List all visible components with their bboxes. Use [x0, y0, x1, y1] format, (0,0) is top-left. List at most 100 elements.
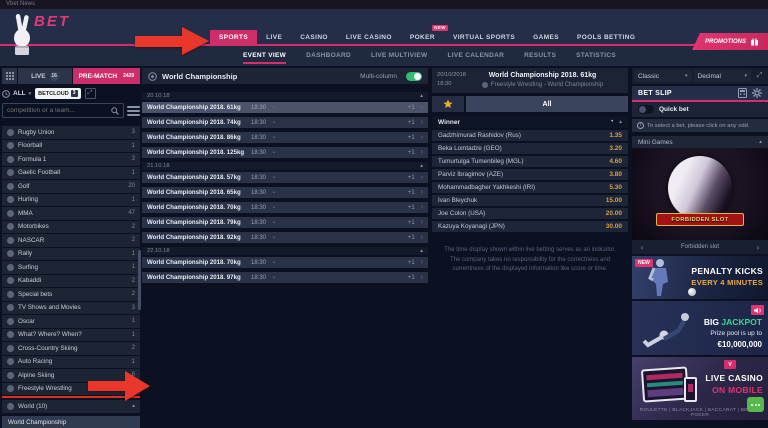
- quick-bet-toggle[interactable]: [638, 105, 654, 114]
- sports-grid-button[interactable]: [2, 68, 17, 84]
- view-type-select[interactable]: Classic ▾: [634, 70, 692, 82]
- event-row[interactable]: World Championship 2018. 97kg 18:30 • +1…: [142, 272, 428, 283]
- outcome-row[interactable]: Mohammadbagher Yakhkeshi (IRI) 5.30: [432, 182, 628, 193]
- outcome-row[interactable]: Kazuya Koyanagi (JPN) 30.00: [432, 221, 628, 232]
- outcome-row[interactable]: Parviz Ibragimov (AZE) 3.80: [432, 169, 628, 180]
- outcome-row[interactable]: Ivan Bleychuk 15.00: [432, 195, 628, 206]
- subnav-item[interactable]: DASHBOARD: [306, 46, 351, 66]
- outcome-row[interactable]: Tumurtulga Tumenbileg (MGL) 4.60: [432, 156, 628, 167]
- live-chat-button[interactable]: [747, 397, 764, 412]
- event-row[interactable]: World Championship 2018. 65kg 18:30 • +1…: [142, 187, 428, 198]
- subnav-item[interactable]: RESULTS: [524, 46, 556, 66]
- odds-format-select[interactable]: Decimal ▾: [694, 70, 752, 82]
- odd-value[interactable]: 3.20: [609, 145, 622, 152]
- odd-value[interactable]: 15.00: [606, 197, 622, 204]
- market-tab-all[interactable]: All: [466, 96, 628, 112]
- date-group-header[interactable]: 20.10.18 ▴: [142, 92, 428, 100]
- big-jackpot-banner[interactable]: BIG JACKPOT Prize pool is up to €10,000,…: [632, 301, 768, 355]
- event-row[interactable]: World Championship 2018. 70kg 18:30 • +1…: [142, 202, 428, 213]
- search-input[interactable]: [7, 107, 111, 114]
- betcloud-button[interactable]: BETCLOUD 3: [35, 88, 80, 99]
- chevron-up-icon[interactable]: ▴: [619, 119, 622, 125]
- odd-value[interactable]: 30.00: [606, 223, 622, 230]
- nav-item[interactable]: CASINO: [291, 30, 337, 46]
- outcome-row[interactable]: Beka Lomtadze (GEO) 3.20: [432, 143, 628, 154]
- region-item-world[interactable]: World (10) ▴: [2, 400, 140, 413]
- penalty-kicks-banner[interactable]: NEW PENALTY KICKS EVERY 4 MINUTES: [632, 256, 768, 299]
- odd-value[interactable]: 3.80: [609, 171, 622, 178]
- sport-list-item[interactable]: Oscar 1: [2, 315, 140, 328]
- event-row[interactable]: World Championship 2018. 74kg 18:30 • +1…: [142, 117, 428, 128]
- subnav-item[interactable]: STATISTICS: [576, 46, 616, 66]
- mini-games-header[interactable]: Mini Games ▴: [632, 136, 768, 148]
- event-row[interactable]: World Championship 2018. 57kg 18:30 • +1…: [142, 172, 428, 183]
- event-row[interactable]: World Championship 2018. 79kg 18:30 • +1…: [142, 217, 428, 228]
- market-header-winner[interactable]: Winner • ▴: [432, 116, 628, 128]
- sport-list-item[interactable]: Hurling 1: [2, 194, 140, 207]
- tab-live[interactable]: LIVE 16: [18, 68, 72, 84]
- sport-list-item[interactable]: Special bets 2: [2, 288, 140, 301]
- odd-value[interactable]: 20.00: [606, 210, 622, 217]
- sport-list-item[interactable]: What? Where? When? 1: [2, 329, 140, 342]
- carousel-next-button[interactable]: ›: [752, 243, 764, 252]
- search-icon[interactable]: [111, 107, 119, 115]
- event-row[interactable]: World Championship 2018. 92kg 18:30 • +1…: [142, 232, 428, 243]
- sport-list-item[interactable]: Cross-Country Skiing 2: [2, 342, 140, 355]
- subnav-item[interactable]: LIVE MULTIVIEW: [371, 46, 427, 66]
- nav-item[interactable]: POKER NEW: [401, 30, 444, 46]
- pin-dot-icon[interactable]: •: [611, 119, 613, 125]
- sport-list-item[interactable]: Formula 1 3: [2, 153, 140, 166]
- nav-item[interactable]: LIVE CASINO: [337, 30, 401, 46]
- forbidden-slot-banner[interactable]: FORBIDDEN SLOT: [632, 148, 768, 240]
- promotions-button[interactable]: PROMOTIONS: [692, 33, 768, 50]
- detach-betslip-button[interactable]: ⤢: [753, 72, 766, 80]
- view-switch-button[interactable]: ⤢: [85, 88, 96, 99]
- competition-item-world-championship[interactable]: World Championship: [2, 416, 140, 428]
- outcome-row[interactable]: Gadzhimurad Rashidov (Rus) 1.35: [432, 130, 628, 141]
- date-group-header[interactable]: 22.10.18 ▴: [142, 247, 428, 255]
- vbet-logo-text[interactable]: BET: [34, 13, 70, 30]
- nav-item[interactable]: SPORTS: [210, 30, 257, 46]
- nav-item[interactable]: GAMES: [524, 30, 568, 46]
- status-dot: •: [273, 275, 283, 281]
- sport-list-item[interactable]: Gaelic Football 1: [2, 167, 140, 180]
- sport-list-item[interactable]: Rally 1: [2, 248, 140, 261]
- time-filter-dropdown[interactable]: ALL ▾: [2, 90, 31, 98]
- event-row[interactable]: World Championship 2018. 86kg 18:30 • +1…: [142, 132, 428, 143]
- sport-list-item[interactable]: NASCAR 2: [2, 234, 140, 247]
- nav-item[interactable]: POOLS BETTING: [568, 30, 644, 46]
- favorite-button[interactable]: [432, 96, 464, 112]
- sport-list-item[interactable]: TV Shows and Movies 3: [2, 302, 140, 315]
- sport-list-item[interactable]: Golf 20: [2, 180, 140, 193]
- odd-value[interactable]: 4.60: [609, 158, 622, 165]
- gear-icon[interactable]: [752, 88, 762, 98]
- sidebar-menu-button[interactable]: [127, 103, 140, 118]
- event-row[interactable]: World Championship 2018. 70kg 18:30 • +1…: [142, 257, 428, 268]
- sidebar-scrollbar[interactable]: [138, 250, 141, 310]
- sport-list-item[interactable]: Surfing 1: [2, 261, 140, 274]
- odd-value[interactable]: 5.30: [609, 184, 622, 191]
- vbet-hand-logo-icon[interactable]: [12, 13, 34, 57]
- subnav-item[interactable]: EVENT VIEW: [243, 46, 286, 66]
- multicolumn-toggle[interactable]: [406, 72, 422, 81]
- nav-item[interactable]: VIRTUAL SPORTS: [444, 30, 524, 46]
- event-row[interactable]: World Championship 2018. 61kg 18:30 • +1…: [142, 102, 428, 113]
- sport-list-item[interactable]: Motorbikes 2: [2, 221, 140, 234]
- sound-icon[interactable]: [751, 305, 764, 315]
- event-row[interactable]: World Championship 2018. 125kg 18:30 • +…: [142, 147, 428, 158]
- subnav-item[interactable]: LIVE CALENDAR: [448, 46, 505, 66]
- sport-list-item[interactable]: MMA 47: [2, 207, 140, 220]
- sport-list-item[interactable]: Rugby Union 3: [2, 126, 140, 139]
- nav-item[interactable]: LIVE: [257, 30, 291, 46]
- outcome-row[interactable]: Joe Colon (USA) 20.00: [432, 208, 628, 219]
- carousel-label[interactable]: Forbidden slot: [648, 244, 752, 250]
- sport-list-item[interactable]: Floorball 1: [2, 140, 140, 153]
- news-ticker[interactable]: Vbet News: [0, 0, 768, 9]
- date-group-header[interactable]: 21.10.18 ▴: [142, 162, 428, 170]
- odd-value[interactable]: 1.35: [609, 132, 622, 139]
- sport-list-item[interactable]: Auto Racing 1: [2, 356, 140, 369]
- tab-prematch[interactable]: PRE-MATCH 2429: [73, 68, 140, 84]
- calculator-icon[interactable]: [738, 88, 747, 98]
- carousel-prev-button[interactable]: ‹: [636, 243, 648, 252]
- sport-list-item[interactable]: Kabaddi 2: [2, 275, 140, 288]
